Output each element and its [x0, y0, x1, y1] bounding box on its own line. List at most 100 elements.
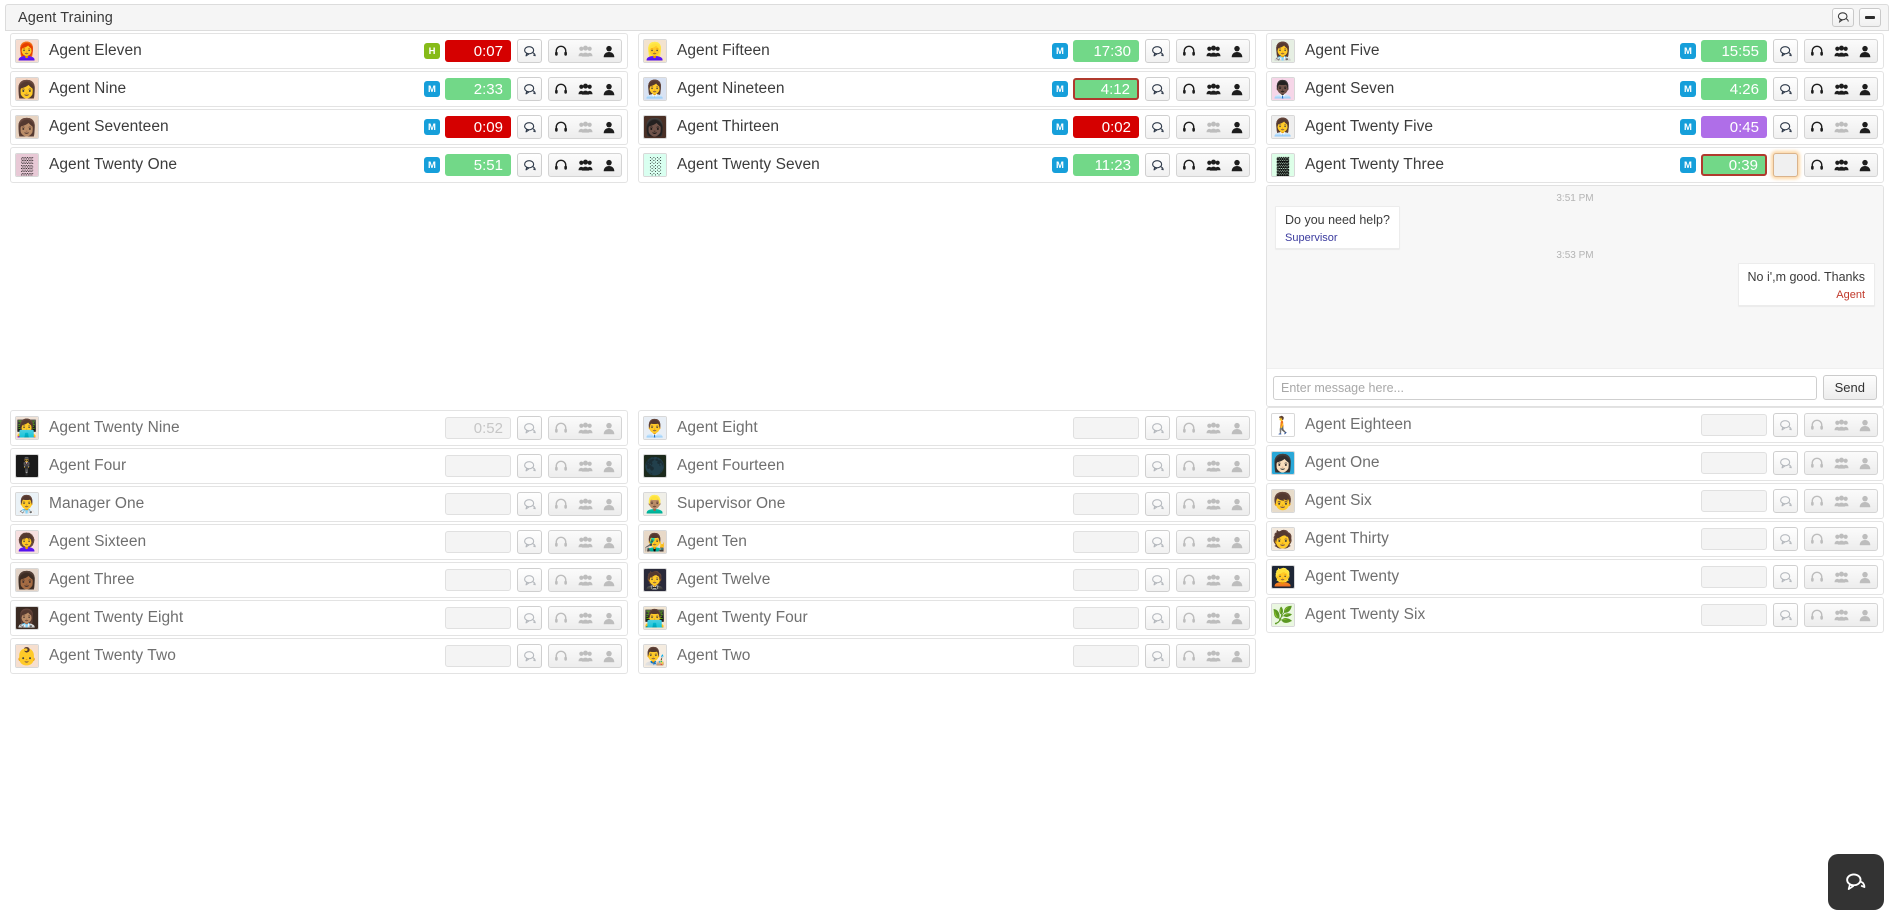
barge-button[interactable] [1853, 528, 1877, 550]
barge-button[interactable] [1225, 116, 1249, 138]
barge-button[interactable] [1853, 40, 1877, 62]
conference-button[interactable] [1201, 154, 1225, 176]
agent-row[interactable]: 👩🏾 Agent Three [10, 562, 628, 598]
agent-row[interactable]: 👩‍⚕️ Agent Five M 15:55 [1266, 33, 1884, 69]
row-chat-button[interactable] [1773, 565, 1798, 589]
row-chat-button[interactable] [1773, 603, 1798, 627]
agent-row[interactable]: 👩🏽‍⚕️ Agent Twenty Eight [10, 600, 628, 636]
barge-button[interactable] [1225, 645, 1249, 667]
agent-row[interactable]: ▒ Agent Twenty One M 5:51 [10, 147, 628, 183]
listen-button[interactable] [1177, 493, 1201, 515]
row-chat-button[interactable] [517, 530, 542, 554]
barge-button[interactable] [597, 455, 621, 477]
barge-button[interactable] [1225, 531, 1249, 553]
agent-row[interactable]: 🌿 Agent Twenty Six [1266, 597, 1884, 633]
barge-button[interactable] [1853, 78, 1877, 100]
barge-button[interactable] [597, 78, 621, 100]
conference-button[interactable] [573, 40, 597, 62]
agent-row[interactable]: 👨‍🎤 Agent Ten [638, 524, 1256, 560]
conference-button[interactable] [1829, 604, 1853, 626]
row-chat-button[interactable] [1145, 454, 1170, 478]
listen-button[interactable] [1805, 452, 1829, 474]
conference-button[interactable] [1829, 528, 1853, 550]
conference-button[interactable] [573, 116, 597, 138]
conference-button[interactable] [573, 154, 597, 176]
agent-row[interactable]: 👦 Agent Six [1266, 483, 1884, 519]
listen-button[interactable] [1805, 78, 1829, 100]
agent-row[interactable]: 👨‍💼 Agent Eight [638, 410, 1256, 446]
conference-button[interactable] [573, 645, 597, 667]
barge-button[interactable] [1853, 414, 1877, 436]
agent-row[interactable]: 👩🏻 Agent One [1266, 445, 1884, 481]
listen-button[interactable] [1805, 40, 1829, 62]
conference-button[interactable] [1201, 116, 1225, 138]
row-chat-button[interactable] [1145, 492, 1170, 516]
row-chat-button[interactable] [1773, 153, 1798, 177]
conference-button[interactable] [1201, 417, 1225, 439]
barge-button[interactable] [1853, 566, 1877, 588]
barge-button[interactable] [1225, 78, 1249, 100]
listen-button[interactable] [549, 116, 573, 138]
barge-button[interactable] [597, 645, 621, 667]
row-chat-button[interactable] [1145, 606, 1170, 630]
listen-button[interactable] [1177, 417, 1201, 439]
agent-row[interactable]: 👩‍💻 Agent Twenty Nine 0:52 [10, 410, 628, 446]
agent-row[interactable]: 👩🏿 Agent Thirteen M 0:02 [638, 109, 1256, 145]
conference-button[interactable] [573, 455, 597, 477]
listen-button[interactable] [1177, 455, 1201, 477]
listen-button[interactable] [1177, 78, 1201, 100]
barge-button[interactable] [597, 493, 621, 515]
listen-button[interactable] [1805, 528, 1829, 550]
barge-button[interactable] [1225, 455, 1249, 477]
agent-row[interactable]: 👨‍💻 Agent Twenty Four [638, 600, 1256, 636]
agent-row[interactable]: 👨🏿‍💼 Agent Seven M 4:26 [1266, 71, 1884, 107]
row-chat-button[interactable] [1773, 489, 1798, 513]
agent-row[interactable]: 👱 Agent Twenty [1266, 559, 1884, 595]
barge-button[interactable] [1853, 604, 1877, 626]
listen-button[interactable] [549, 645, 573, 667]
listen-button[interactable] [1177, 645, 1201, 667]
listen-button[interactable] [1177, 569, 1201, 591]
chat-launcher-button[interactable] [1828, 854, 1884, 910]
listen-button[interactable] [549, 569, 573, 591]
row-chat-button[interactable] [517, 606, 542, 630]
agent-row[interactable]: 🚶 Agent Eighteen [1266, 407, 1884, 443]
listen-button[interactable] [1177, 607, 1201, 629]
conference-button[interactable] [1829, 78, 1853, 100]
conference-button[interactable] [1829, 154, 1853, 176]
agent-row[interactable]: 👶 Agent Twenty Two [10, 638, 628, 674]
row-chat-button[interactable] [517, 568, 542, 592]
agent-row[interactable]: 👩🏽 Agent Seventeen M 0:09 [10, 109, 628, 145]
agent-row[interactable]: 🧑 Agent Thirty [1266, 521, 1884, 557]
listen-button[interactable] [1177, 40, 1201, 62]
agent-row[interactable]: 👩 Agent Nine M 2:33 [10, 71, 628, 107]
barge-button[interactable] [1853, 490, 1877, 512]
listen-button[interactable] [1177, 531, 1201, 553]
conference-button[interactable] [1201, 645, 1225, 667]
barge-button[interactable] [597, 417, 621, 439]
row-chat-button[interactable] [1773, 413, 1798, 437]
row-chat-button[interactable] [1145, 644, 1170, 668]
barge-button[interactable] [1225, 417, 1249, 439]
listen-button[interactable] [1805, 604, 1829, 626]
listen-button[interactable] [1805, 414, 1829, 436]
conference-button[interactable] [573, 417, 597, 439]
barge-button[interactable] [597, 40, 621, 62]
row-chat-button[interactable] [1145, 530, 1170, 554]
row-chat-button[interactable] [517, 644, 542, 668]
conference-button[interactable] [1829, 452, 1853, 474]
conference-button[interactable] [1829, 490, 1853, 512]
agent-row[interactable]: 👨‍🎨 Agent Two [638, 638, 1256, 674]
conference-button[interactable] [1201, 78, 1225, 100]
listen-button[interactable] [549, 455, 573, 477]
conference-button[interactable] [1201, 531, 1225, 553]
barge-button[interactable] [597, 116, 621, 138]
barge-button[interactable] [597, 531, 621, 553]
message-input[interactable] [1273, 375, 1817, 400]
chat-toggle-button[interactable] [1832, 8, 1854, 27]
row-chat-button[interactable] [517, 115, 542, 139]
barge-button[interactable] [1225, 493, 1249, 515]
conference-button[interactable] [1201, 569, 1225, 591]
row-chat-button[interactable] [1145, 115, 1170, 139]
row-chat-button[interactable] [1773, 451, 1798, 475]
